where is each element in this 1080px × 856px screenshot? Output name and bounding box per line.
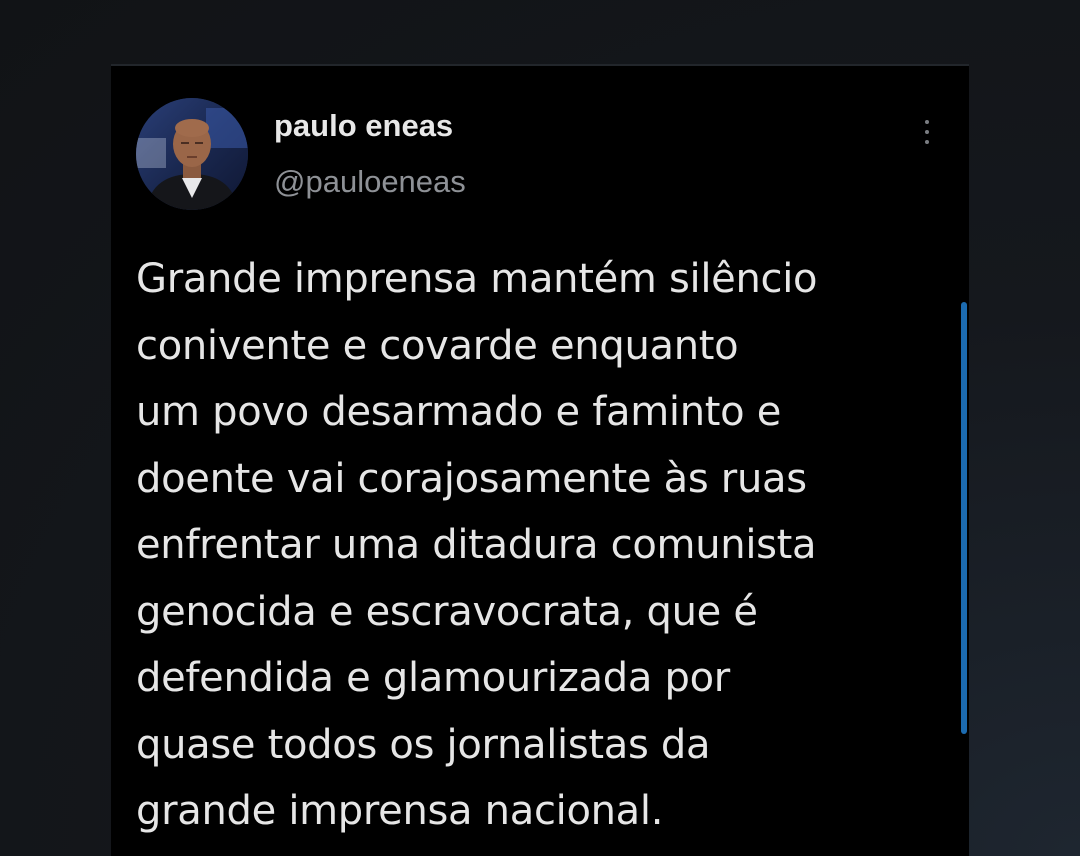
tweet-text-line: genocida e escravocrata, que é xyxy=(136,588,758,635)
author-handle[interactable]: @pauloeneas xyxy=(274,164,466,200)
tweet-text-line: conivente e covarde enquanto xyxy=(136,322,739,369)
tweet-text-line: um povo desarmado e faminto e xyxy=(136,389,782,435)
tweet-text-line: quase todos os jornalistas da xyxy=(136,721,711,768)
tweet-text-line: Grande imprensa mantém silêncio xyxy=(136,256,818,302)
tweet-text-line: enfrentar uma ditadura comunista xyxy=(136,522,817,568)
avatar[interactable] xyxy=(136,98,248,210)
tweet-card: paulo eneas @pauloeneas Grande imprensa … xyxy=(111,64,969,856)
author-display-name[interactable]: paulo eneas xyxy=(274,108,453,144)
scrollbar[interactable] xyxy=(961,302,967,734)
tweet-text: Grande imprensa mantém silêncio conivent… xyxy=(136,246,951,845)
more-vertical-icon[interactable] xyxy=(917,116,937,148)
tweet-text-line: defendida e glamourizada por xyxy=(136,655,730,701)
avatar-image xyxy=(136,98,248,210)
tweet-text-line: doente vai corajosamente às ruas xyxy=(136,455,807,502)
tweet-text-line: grande imprensa nacional. xyxy=(136,788,664,834)
